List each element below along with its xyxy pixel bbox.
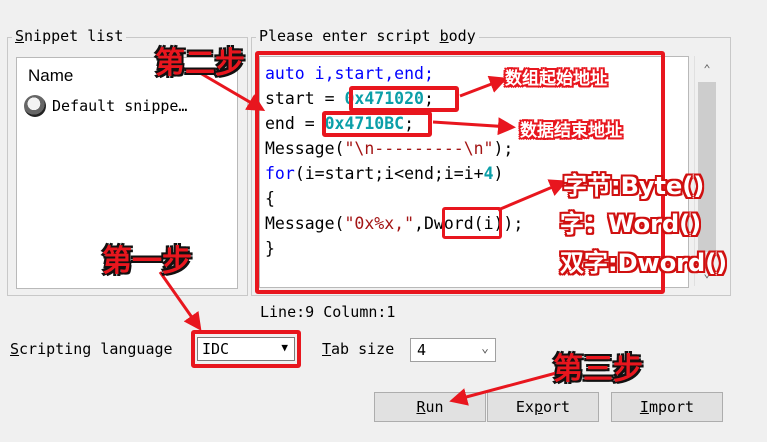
byte-note: 字节:Byte(): [563, 172, 705, 200]
step3-arrow: [449, 370, 561, 406]
word-note: 字：Word(): [560, 210, 702, 238]
start-address-note: 数组起始地址: [505, 69, 607, 89]
step3-label: 第三步: [553, 352, 643, 387]
end-address-note: 数据结束地址: [520, 121, 622, 141]
step2-label: 第二步: [155, 46, 245, 81]
dword-arrow: [497, 179, 568, 212]
dword-note: 双字:Dword(): [560, 249, 728, 277]
end-address-arrow: [432, 117, 516, 136]
step1-arrow: [158, 271, 202, 331]
step1-label: 第一步: [102, 244, 192, 279]
start-address-arrow: [459, 75, 508, 98]
